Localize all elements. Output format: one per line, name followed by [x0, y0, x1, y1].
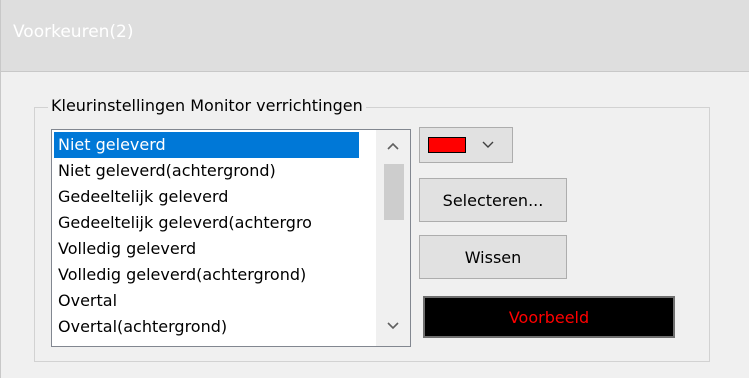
list-item[interactable]: Gedeeltelijk geleverd	[54, 184, 359, 210]
group-label: Kleurinstellingen Monitor verrichtingen	[48, 96, 366, 115]
list-item[interactable]: Gedeeltelijk geleverd(achtergro	[54, 210, 359, 236]
list-item[interactable]: Volledig geleverd	[54, 236, 359, 262]
status-listbox[interactable]: Niet geleverd Niet geleverd(achtergrond)…	[51, 129, 411, 347]
scroll-thumb[interactable]	[384, 164, 404, 220]
list-item[interactable]: Overtal	[54, 288, 359, 314]
list-item[interactable]: Niet geleverd(achtergrond)	[54, 158, 359, 184]
list-items: Niet geleverd Niet geleverd(achtergrond)…	[54, 132, 359, 340]
scroll-up-button[interactable]	[376, 134, 410, 158]
chevron-down-icon	[482, 141, 494, 148]
scroll-down-button[interactable]	[376, 314, 410, 338]
chevron-down-icon	[387, 322, 399, 330]
title-bar: Voorkeuren(2)	[1, 0, 749, 72]
clear-button[interactable]: Wissen	[419, 235, 567, 279]
color-swatch	[428, 137, 466, 153]
preferences-window: Voorkeuren(2) Kleurinstellingen Monitor …	[0, 0, 749, 378]
list-item[interactable]: Volledig geleverd(achtergrond)	[54, 262, 359, 288]
window-title: Voorkeuren(2)	[13, 22, 134, 42]
color-preview: Voorbeeld	[423, 296, 675, 338]
chevron-up-icon	[387, 142, 399, 150]
list-item[interactable]: Niet geleverd	[54, 132, 359, 158]
color-dropdown[interactable]	[419, 127, 513, 163]
vertical-scrollbar[interactable]	[376, 130, 410, 346]
list-item[interactable]: Overtal(achtergrond)	[54, 314, 359, 340]
select-button[interactable]: Selecteren...	[419, 178, 567, 222]
